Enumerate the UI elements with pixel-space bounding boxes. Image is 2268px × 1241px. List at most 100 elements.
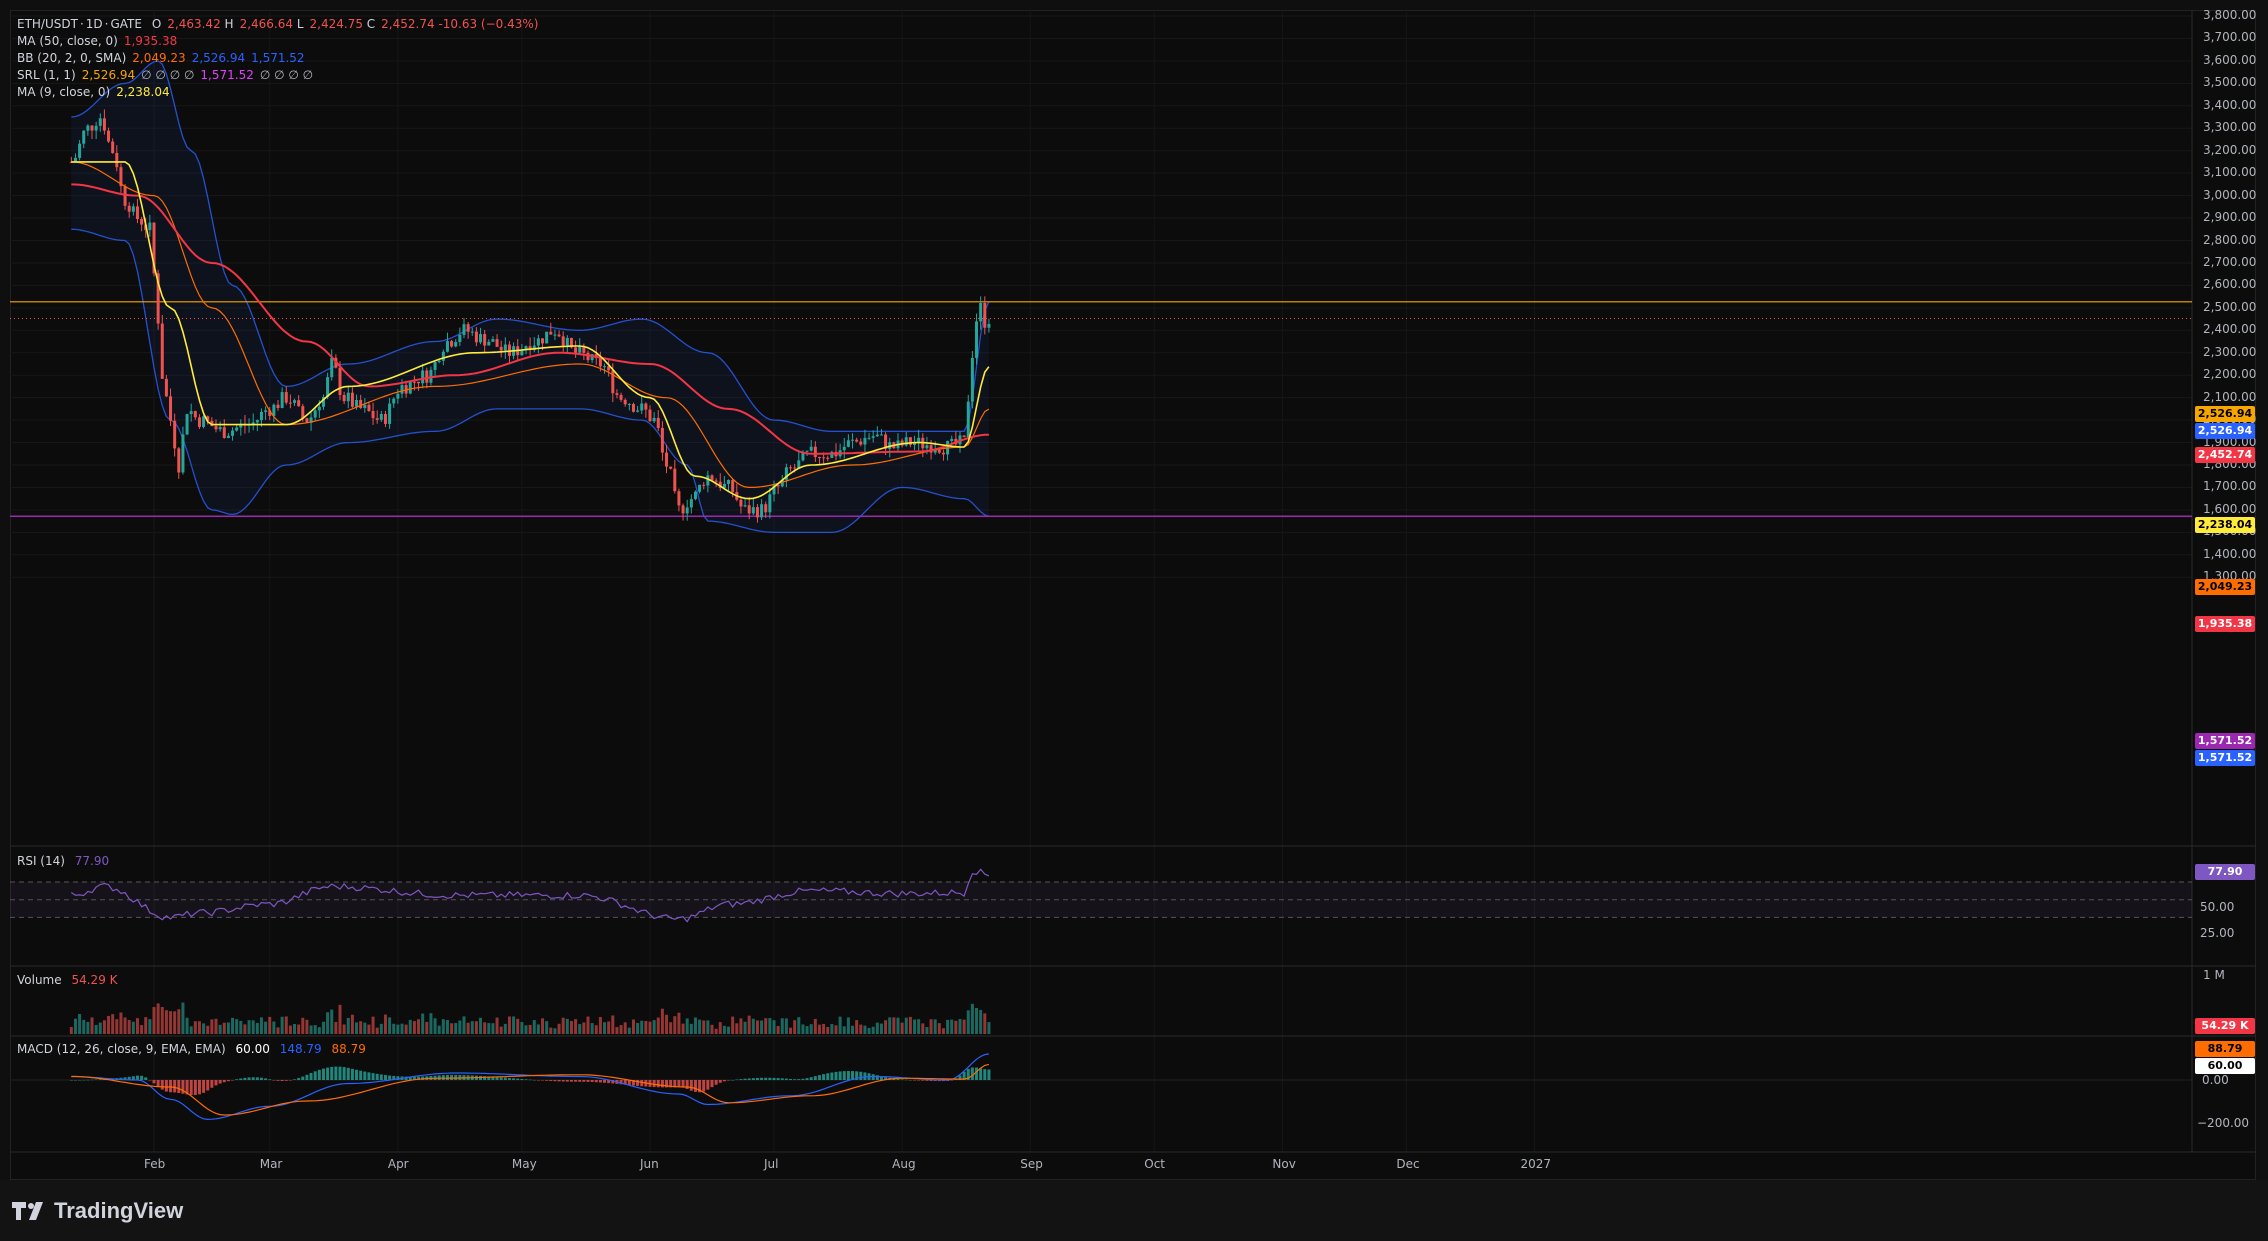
candle-body bbox=[135, 206, 139, 220]
candle-body bbox=[466, 324, 470, 332]
rsi-label: RSI (14) bbox=[17, 854, 65, 868]
macd-histogram-bar bbox=[710, 1080, 714, 1088]
bb-legend[interactable]: BB (20, 2, 0, SMA) 2,049.23 2,526.94 1,571.… bbox=[17, 50, 311, 67]
volume-bar bbox=[598, 1016, 602, 1034]
volume-bar bbox=[652, 1020, 656, 1034]
volume-legend[interactable]: Volume 54.29 K bbox=[17, 973, 118, 987]
macd-histogram-bar bbox=[908, 1079, 912, 1081]
volume-bar bbox=[888, 1017, 892, 1034]
candle-body bbox=[392, 398, 396, 404]
candle-body bbox=[950, 438, 954, 441]
candle-body bbox=[702, 484, 706, 486]
volume-bar bbox=[359, 1021, 363, 1034]
candle-body bbox=[425, 370, 429, 383]
macd-histogram-bar bbox=[541, 1080, 545, 1081]
macd-histogram-bar bbox=[603, 1080, 607, 1083]
volume-bar bbox=[925, 1027, 929, 1034]
volume-bar bbox=[94, 1024, 98, 1034]
price-tick-label: 1,700.00 bbox=[2203, 479, 2257, 494]
volume-bar bbox=[532, 1020, 536, 1034]
volume-bar bbox=[491, 1023, 495, 1034]
ohlc-legend: ETH/USDT · 1D · GATE O 2,463.42 H 2,466.64 L 2,… bbox=[17, 16, 544, 33]
macd-histogram-bar bbox=[156, 1080, 160, 1087]
candle-body bbox=[565, 337, 569, 346]
candle-body bbox=[433, 362, 437, 370]
macd-histogram-bar bbox=[598, 1080, 602, 1083]
volume-bar bbox=[524, 1025, 528, 1034]
macd-histogram-bar bbox=[202, 1080, 206, 1093]
candle-body bbox=[731, 480, 735, 493]
bb-label: BB (20, 2, 0, SMA) bbox=[17, 51, 127, 65]
volume-bar bbox=[388, 1017, 392, 1034]
volume-bar bbox=[784, 1018, 788, 1034]
candle-body bbox=[177, 448, 181, 473]
price-tick-label: 3,400.00 bbox=[2203, 97, 2257, 112]
candle-body bbox=[846, 440, 850, 447]
macd-histogram-bar bbox=[164, 1080, 168, 1092]
volume-bar bbox=[441, 1019, 445, 1034]
candle-body bbox=[640, 403, 644, 411]
ma9-legend[interactable]: MA (9, close, 0) 2,238.04 bbox=[17, 84, 176, 101]
volume-bar bbox=[578, 1024, 582, 1034]
volume-bar bbox=[933, 1019, 937, 1034]
candle-body bbox=[574, 347, 578, 353]
time-tick-label: Aug bbox=[892, 1157, 916, 1171]
candle-body bbox=[665, 452, 669, 467]
price-tick-label: 3,500.00 bbox=[2203, 75, 2257, 90]
macd-histogram-bar bbox=[727, 1080, 731, 1081]
volume-bar bbox=[193, 1021, 197, 1034]
srl-legend[interactable]: SRL (1, 1) 2,526.94 ∅ ∅ ∅ ∅ 1,571.52 ∅ ∅ ∅ ∅ bbox=[17, 67, 319, 84]
price-tick-label: 3,600.00 bbox=[2203, 52, 2257, 67]
candle-body bbox=[656, 417, 660, 428]
interval-label[interactable]: 1D bbox=[86, 17, 103, 31]
volume-bar bbox=[681, 1023, 685, 1034]
volume-bar bbox=[693, 1017, 697, 1034]
candle-body bbox=[363, 404, 367, 408]
macd-histogram-bar bbox=[305, 1074, 309, 1080]
macd-histogram-bar bbox=[739, 1079, 743, 1080]
volume-bar bbox=[516, 1018, 520, 1034]
volume-bar bbox=[454, 1023, 458, 1034]
symbol-label[interactable]: ETH/USDT bbox=[17, 17, 78, 31]
volume-bar bbox=[342, 1024, 346, 1034]
macd-histogram-bar bbox=[78, 1079, 82, 1081]
volume-bar bbox=[917, 1019, 921, 1034]
macd-histogram-bar bbox=[239, 1078, 243, 1080]
bb-upper-value: 2,526.94 bbox=[191, 51, 246, 65]
candle-body bbox=[979, 302, 983, 322]
time-tick-label: Mar bbox=[259, 1157, 283, 1171]
macd-histogram-bar bbox=[582, 1080, 586, 1082]
macd-histogram-bar bbox=[193, 1080, 197, 1096]
macd-histogram-bar bbox=[98, 1079, 102, 1080]
srl-upper-tag: 2,526.94 bbox=[2195, 406, 2255, 422]
macd-histogram-bar bbox=[925, 1080, 929, 1081]
macd-histogram-bar bbox=[983, 1069, 987, 1080]
volume-bar bbox=[851, 1025, 855, 1034]
candle-body bbox=[479, 334, 483, 343]
candle-body bbox=[82, 130, 86, 144]
rsi-legend[interactable]: RSI (14) 77.90 bbox=[17, 854, 109, 868]
candle-body bbox=[499, 346, 503, 351]
chart-canvas[interactable] bbox=[0, 0, 2268, 1180]
macd-histogram-bar bbox=[760, 1077, 764, 1080]
macd-hist-value: 60.00 bbox=[235, 1042, 270, 1056]
volume-bar bbox=[512, 1016, 516, 1034]
volume-bar bbox=[288, 1025, 292, 1034]
candle-body bbox=[503, 344, 507, 351]
ma50-legend[interactable]: MA (50, close, 0) 1,935.38 bbox=[17, 33, 183, 50]
candle-body bbox=[636, 410, 640, 412]
candle-body bbox=[317, 406, 321, 411]
change-value: -10.63 (−0.43%) bbox=[438, 17, 539, 31]
macd-histogram-bar bbox=[177, 1080, 181, 1094]
macd-histogram-bar bbox=[859, 1071, 863, 1080]
tradingview-logo[interactable]: TradingView bbox=[12, 1196, 183, 1226]
macd-legend[interactable]: MACD (12, 26, close, 9, EMA, EMA) 60.00 … bbox=[17, 1042, 366, 1056]
volume-bar bbox=[367, 1024, 371, 1034]
candle-body bbox=[693, 491, 697, 500]
volume-bar bbox=[160, 1007, 164, 1034]
volume-bar bbox=[896, 1017, 900, 1034]
ma50-label: MA (50, close, 0) bbox=[17, 34, 118, 48]
last-price-tag: 2,452.74 bbox=[2195, 447, 2255, 463]
macd-histogram-bar bbox=[693, 1080, 697, 1092]
bb-upper-tag: 2,526.94 bbox=[2195, 423, 2255, 439]
